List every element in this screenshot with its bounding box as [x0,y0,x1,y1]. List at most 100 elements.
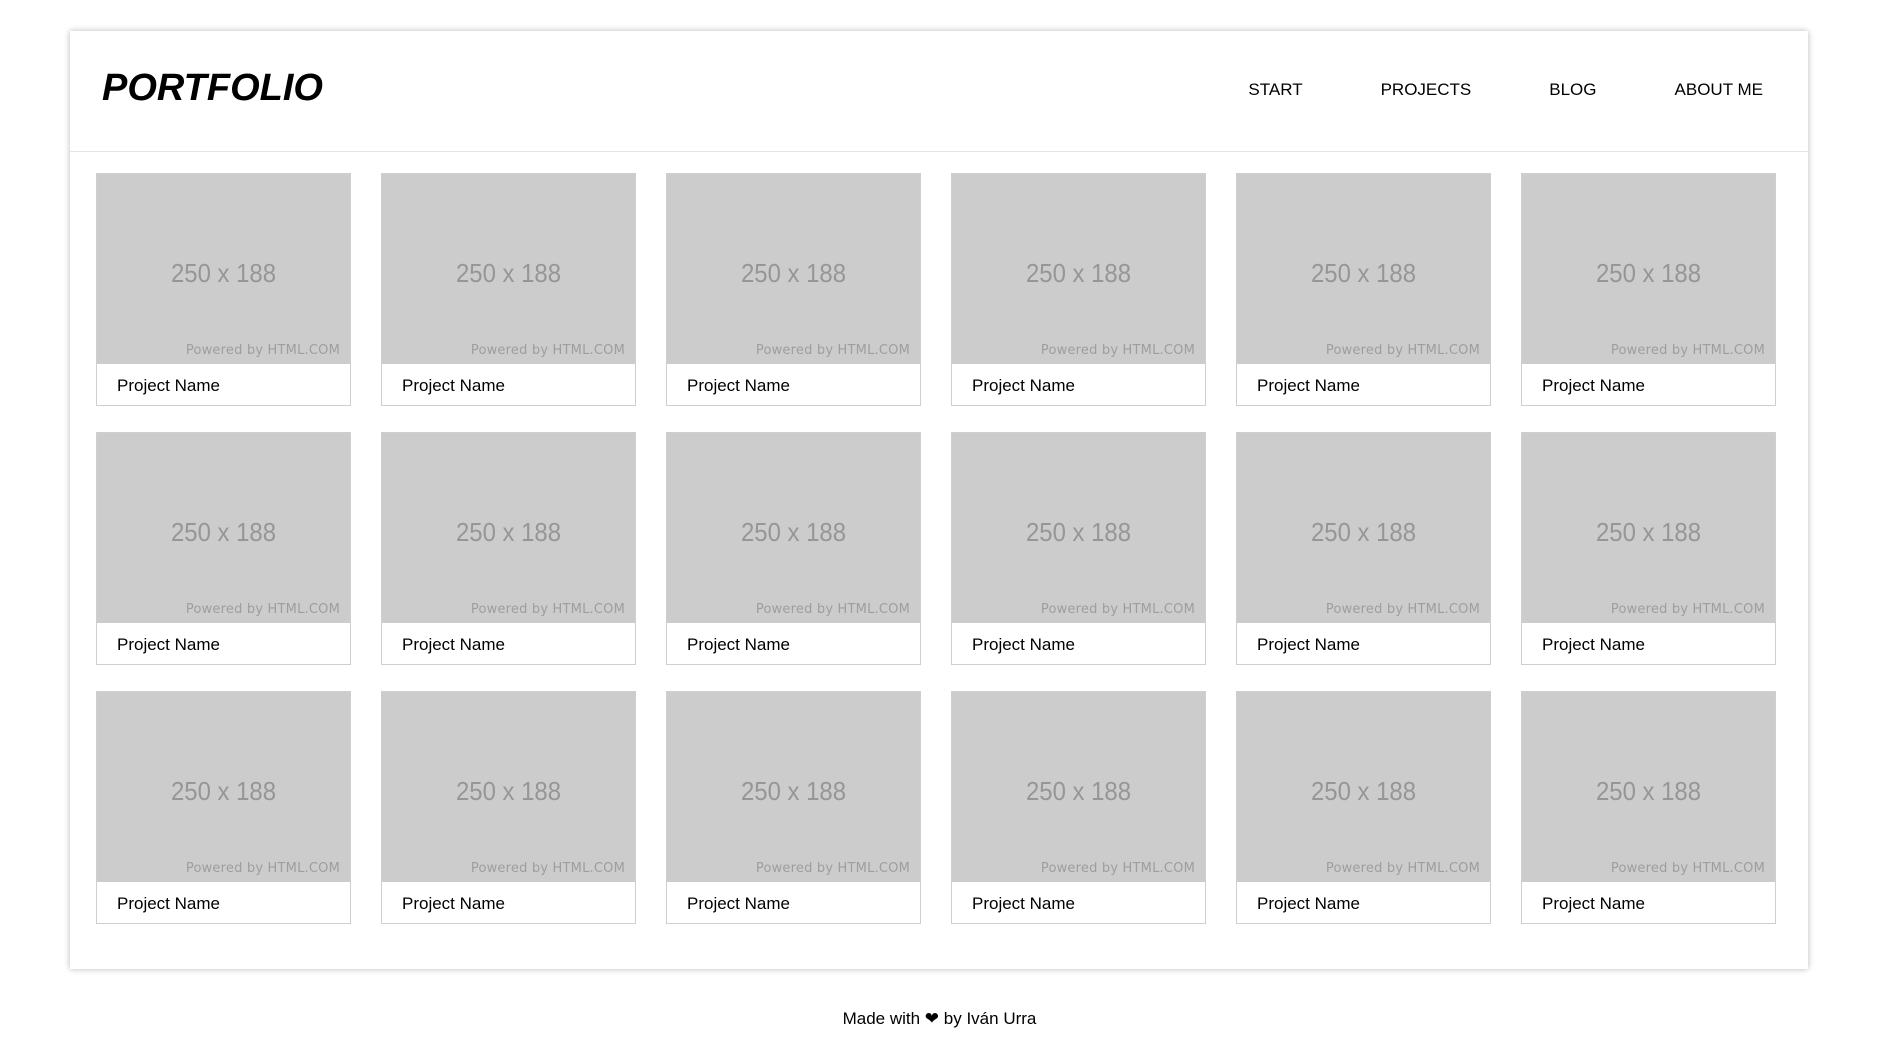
project-card[interactable]: 250 x 188 Powered by HTML.COM Project Name [951,173,1206,406]
project-grid: 250 x 188 Powered by HTML.COM Project Name… [96,173,1776,924]
project-thumbnail-placeholder[interactable]: 250 x 188 Powered by HTML.COM [382,433,635,623]
project-card[interactable]: 250 x 188 Powered by HTML.COM Project Name [1236,432,1491,665]
main-nav: START PROJECTS BLOG ABOUT ME [1170,81,1763,98]
project-thumbnail-placeholder[interactable]: 250 x 188 Powered by HTML.COM [667,174,920,364]
project-name[interactable]: Project Name [117,636,220,653]
thumbnail-powered-label: Powered by HTML.COM [1325,343,1480,358]
thumbnail-powered-label: Powered by HTML.COM [1040,343,1195,358]
project-name[interactable]: Project Name [1542,895,1645,912]
project-thumbnail-placeholder[interactable]: 250 x 188 Powered by HTML.COM [952,174,1205,364]
project-name[interactable]: Project Name [1257,636,1360,653]
thumbnail-powered-label: Powered by HTML.COM [1610,602,1765,617]
thumbnail-size-label: 250 x 188 [455,258,562,288]
thumbnail-powered-label: Powered by HTML.COM [755,861,910,876]
thumbnail-powered-label: Powered by HTML.COM [470,343,625,358]
project-name[interactable]: Project Name [1542,636,1645,653]
project-name[interactable]: Project Name [972,895,1075,912]
thumbnail-size-label: 250 x 188 [455,517,562,547]
project-name[interactable]: Project Name [1257,895,1360,912]
thumbnail-powered-label: Powered by HTML.COM [185,861,340,876]
project-thumbnail-placeholder[interactable]: 250 x 188 Powered by HTML.COM [667,692,920,882]
project-card[interactable]: 250 x 188 Powered by HTML.COM Project Name [666,432,921,665]
project-thumbnail-placeholder[interactable]: 250 x 188 Powered by HTML.COM [1522,692,1775,882]
project-thumbnail-placeholder[interactable]: 250 x 188 Powered by HTML.COM [382,692,635,882]
thumbnail-size-label: 250 x 188 [1310,776,1417,806]
thumbnail-powered-label: Powered by HTML.COM [1610,861,1765,876]
project-thumbnail-placeholder[interactable]: 250 x 188 Powered by HTML.COM [952,692,1205,882]
thumbnail-size-label: 250 x 188 [1595,776,1702,806]
thumbnail-size-label: 250 x 188 [1595,258,1702,288]
thumbnail-powered-label: Powered by HTML.COM [185,343,340,358]
project-card[interactable]: 250 x 188 Powered by HTML.COM Project Name [1521,173,1776,406]
thumbnail-size-label: 250 x 188 [455,776,562,806]
thumbnail-size-label: 250 x 188 [170,776,277,806]
project-name[interactable]: Project Name [972,636,1075,653]
project-thumbnail-placeholder[interactable]: 250 x 188 Powered by HTML.COM [97,433,350,623]
project-card[interactable]: 250 x 188 Powered by HTML.COM Project Name [381,173,636,406]
project-name[interactable]: Project Name [402,377,505,394]
thumbnail-size-label: 250 x 188 [1025,258,1132,288]
nav-blog[interactable]: BLOG [1549,81,1596,98]
site-header: PORTFOLIO START PROJECTS BLOG ABOUT ME [70,31,1808,152]
thumbnail-powered-label: Powered by HTML.COM [1040,602,1195,617]
page: PORTFOLIO START PROJECTS BLOG ABOUT ME 2… [0,0,1879,1050]
project-thumbnail-placeholder[interactable]: 250 x 188 Powered by HTML.COM [1522,174,1775,364]
thumbnail-powered-label: Powered by HTML.COM [185,602,340,617]
thumbnail-size-label: 250 x 188 [740,776,847,806]
thumbnail-size-label: 250 x 188 [170,517,277,547]
thumbnail-size-label: 250 x 188 [170,258,277,288]
thumbnail-powered-label: Powered by HTML.COM [1325,602,1480,617]
project-name[interactable]: Project Name [1257,377,1360,394]
thumbnail-powered-label: Powered by HTML.COM [755,602,910,617]
nav-projects[interactable]: PROJECTS [1381,81,1472,98]
thumbnail-powered-label: Powered by HTML.COM [470,602,625,617]
project-card[interactable]: 250 x 188 Powered by HTML.COM Project Name [951,432,1206,665]
project-name[interactable]: Project Name [687,636,790,653]
project-thumbnail-placeholder[interactable]: 250 x 188 Powered by HTML.COM [97,692,350,882]
project-card[interactable]: 250 x 188 Powered by HTML.COM Project Name [951,691,1206,924]
project-name[interactable]: Project Name [402,895,505,912]
project-thumbnail-placeholder[interactable]: 250 x 188 Powered by HTML.COM [97,174,350,364]
project-card[interactable]: 250 x 188 Powered by HTML.COM Project Name [1236,173,1491,406]
project-name[interactable]: Project Name [117,895,220,912]
thumbnail-size-label: 250 x 188 [740,258,847,288]
project-thumbnail-placeholder[interactable]: 250 x 188 Powered by HTML.COM [1522,433,1775,623]
thumbnail-powered-label: Powered by HTML.COM [1610,343,1765,358]
thumbnail-size-label: 250 x 188 [1025,776,1132,806]
project-name[interactable]: Project Name [687,895,790,912]
project-card[interactable]: 250 x 188 Powered by HTML.COM Project Name [666,173,921,406]
site-logo[interactable]: PORTFOLIO [102,69,323,107]
project-name[interactable]: Project Name [1542,377,1645,394]
project-thumbnail-placeholder[interactable]: 250 x 188 Powered by HTML.COM [1237,433,1490,623]
project-card[interactable]: 250 x 188 Powered by HTML.COM Project Name [1236,691,1491,924]
thumbnail-size-label: 250 x 188 [1310,258,1417,288]
project-card[interactable]: 250 x 188 Powered by HTML.COM Project Name [381,691,636,924]
thumbnail-size-label: 250 x 188 [1595,517,1702,547]
thumbnail-powered-label: Powered by HTML.COM [470,861,625,876]
project-card[interactable]: 250 x 188 Powered by HTML.COM Project Name [96,691,351,924]
project-thumbnail-placeholder[interactable]: 250 x 188 Powered by HTML.COM [952,433,1205,623]
project-card[interactable]: 250 x 188 Powered by HTML.COM Project Name [1521,691,1776,924]
thumbnail-powered-label: Powered by HTML.COM [755,343,910,358]
project-thumbnail-placeholder[interactable]: 250 x 188 Powered by HTML.COM [382,174,635,364]
project-thumbnail-placeholder[interactable]: 250 x 188 Powered by HTML.COM [1237,692,1490,882]
project-name[interactable]: Project Name [687,377,790,394]
thumbnail-size-label: 250 x 188 [740,517,847,547]
project-card[interactable]: 250 x 188 Powered by HTML.COM Project Name [96,173,351,406]
portfolio-frame: PORTFOLIO START PROJECTS BLOG ABOUT ME 2… [70,31,1808,969]
project-name[interactable]: Project Name [972,377,1075,394]
thumbnail-size-label: 250 x 188 [1025,517,1132,547]
project-thumbnail-placeholder[interactable]: 250 x 188 Powered by HTML.COM [667,433,920,623]
nav-about-me[interactable]: ABOUT ME [1675,81,1763,98]
project-card[interactable]: 250 x 188 Powered by HTML.COM Project Name [1521,432,1776,665]
thumbnail-powered-label: Powered by HTML.COM [1040,861,1195,876]
project-card[interactable]: 250 x 188 Powered by HTML.COM Project Name [381,432,636,665]
project-card[interactable]: 250 x 188 Powered by HTML.COM Project Name [666,691,921,924]
footer-credit: Made with ❤ by Iván Urra [842,1009,1037,1028]
project-thumbnail-placeholder[interactable]: 250 x 188 Powered by HTML.COM [1237,174,1490,364]
thumbnail-size-label: 250 x 188 [1310,517,1417,547]
project-name[interactable]: Project Name [117,377,220,394]
nav-start[interactable]: START [1248,81,1302,98]
project-card[interactable]: 250 x 188 Powered by HTML.COM Project Name [96,432,351,665]
project-name[interactable]: Project Name [402,636,505,653]
